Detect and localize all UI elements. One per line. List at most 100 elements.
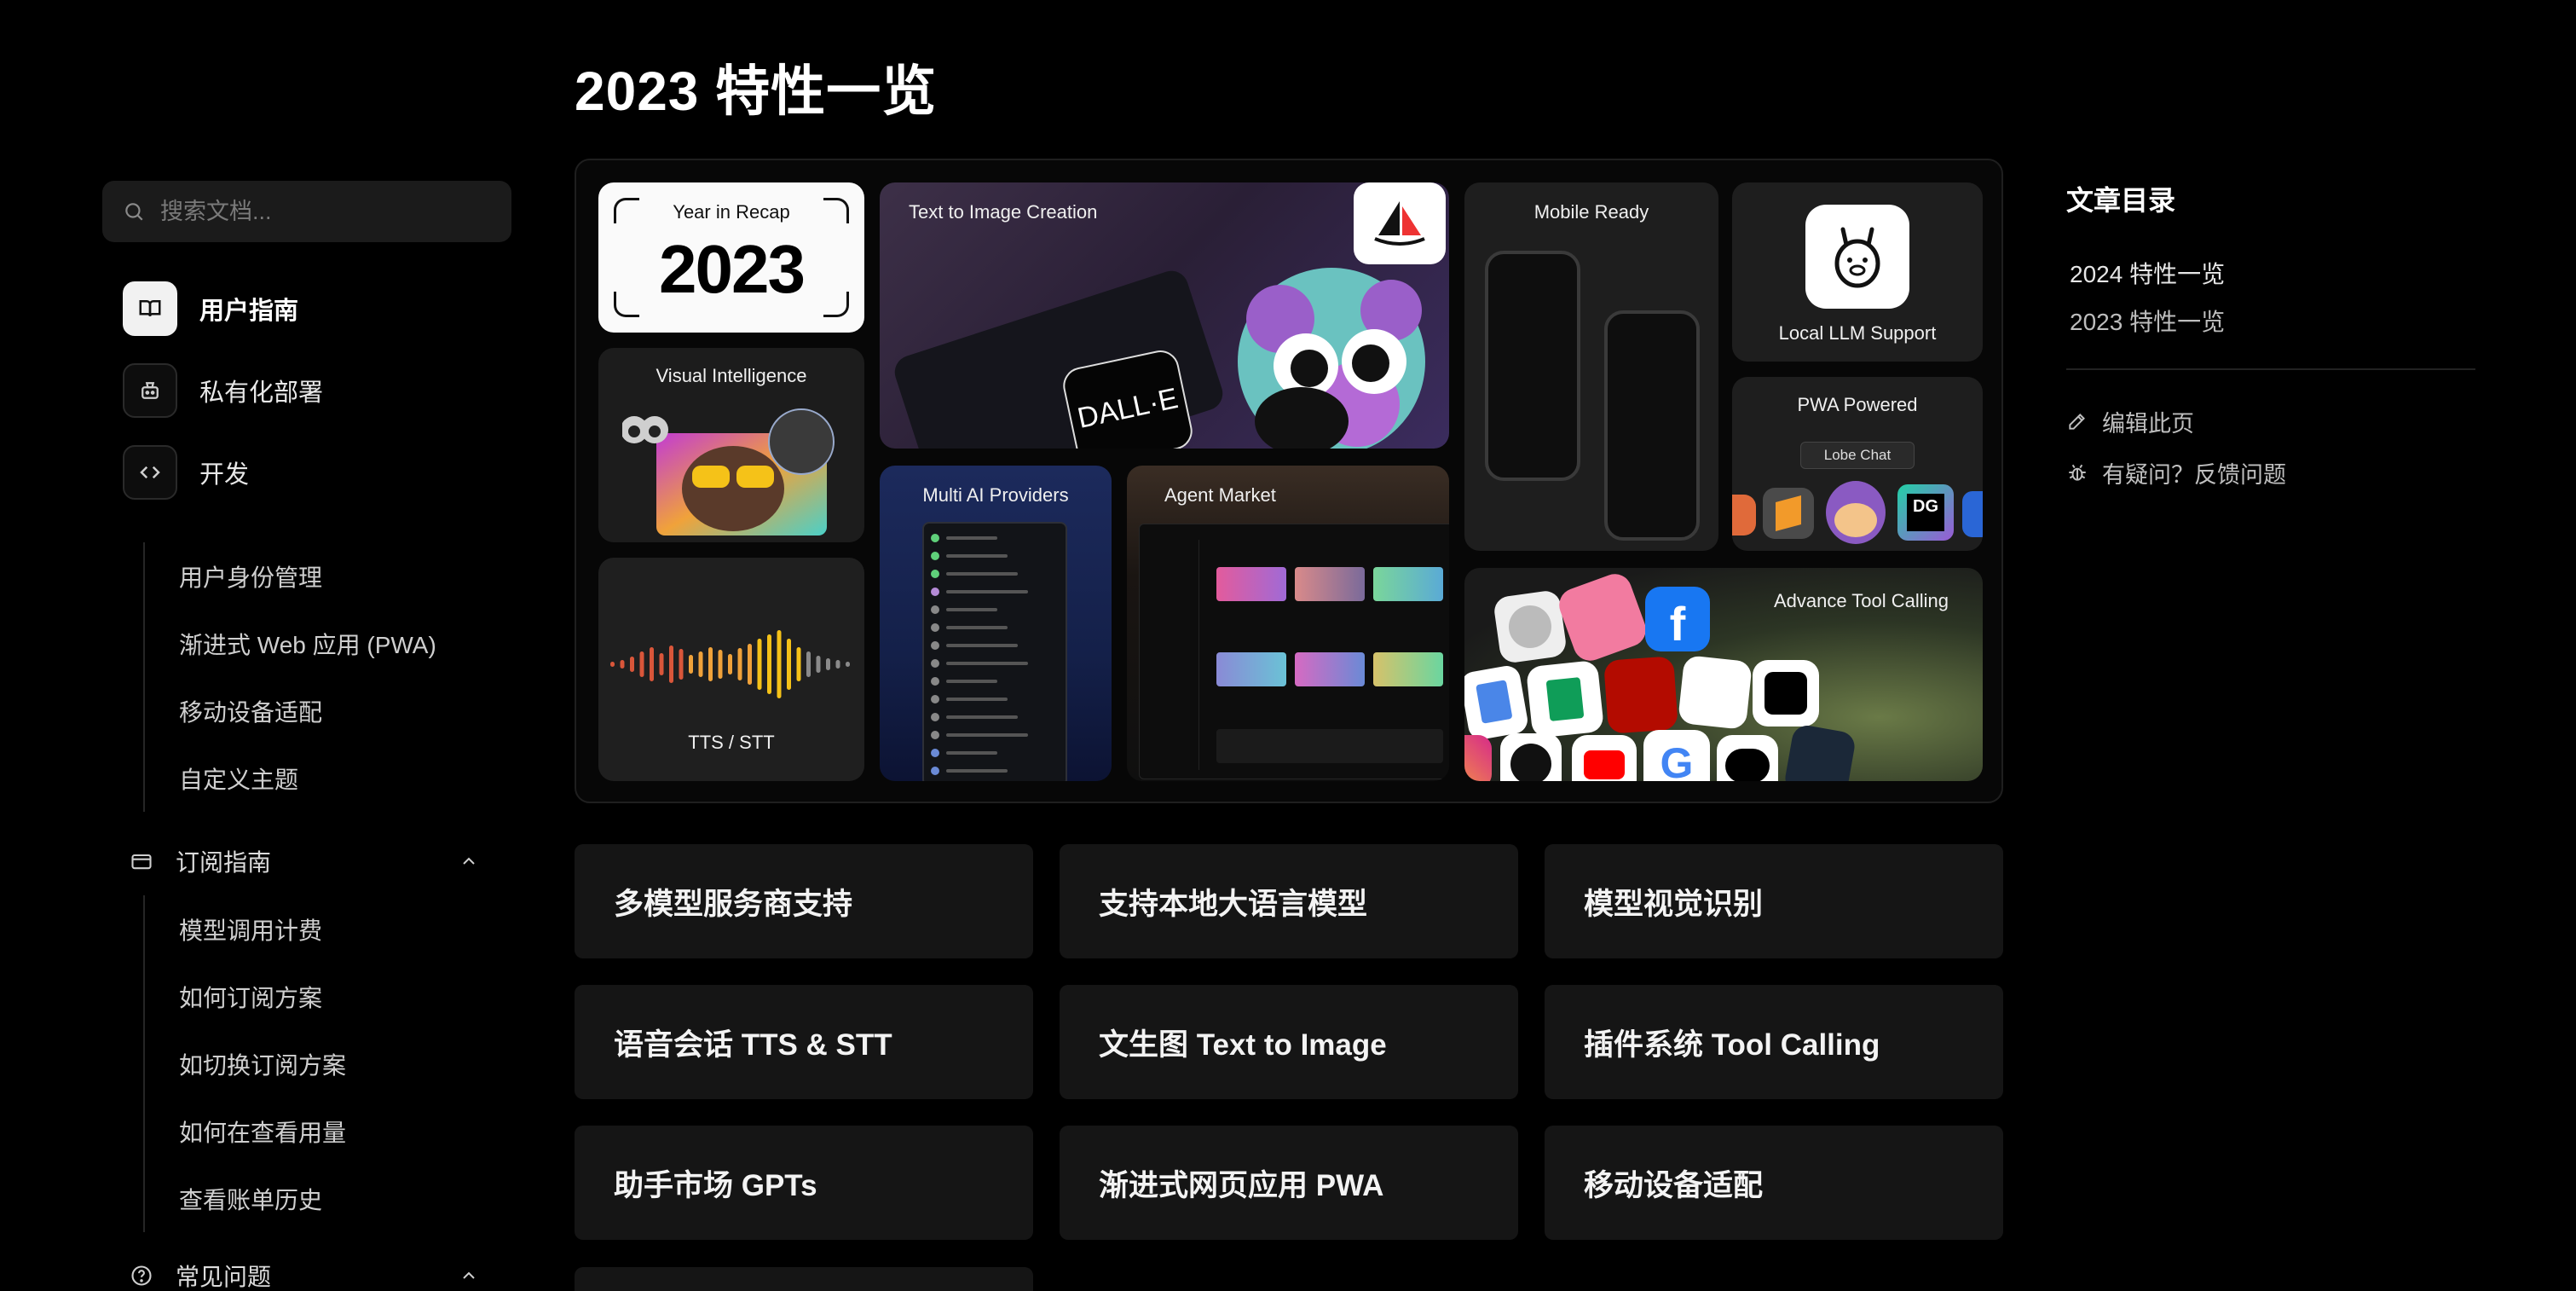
- tile-pwa: PWA Powered Lobe Chat DG: [1732, 377, 1983, 551]
- waveform-bar: [728, 654, 732, 674]
- subnav-item[interactable]: 如切换订阅方案: [145, 1030, 501, 1097]
- medium-icon: [1717, 735, 1778, 781]
- tile-caption: Text to Image Creation: [909, 201, 1098, 223]
- waveform-bar: [826, 658, 830, 670]
- feature-card[interactable]: 文生图 Text to Image: [1060, 985, 1518, 1099]
- tile-caption: Advance Tool Calling: [1773, 590, 1949, 611]
- provider-label-bar: [946, 715, 1018, 719]
- provider-label-bar: [946, 608, 997, 611]
- nav-top: 用户指南 私有化部署 开发: [123, 281, 323, 527]
- subnav-item[interactable]: 自定义主题: [145, 744, 501, 812]
- x-icon: [1753, 660, 1819, 727]
- provider-label-bar: [946, 769, 1008, 773]
- tile-local-llm: Local LLM Support: [1732, 182, 1983, 362]
- nav-item-user-guide[interactable]: 用户指南: [123, 281, 323, 336]
- provider-label-bar: [946, 680, 997, 683]
- search-box[interactable]: [102, 181, 511, 242]
- subnav-item[interactable]: 模型调用计费: [145, 895, 501, 963]
- waveform-bar: [689, 655, 693, 674]
- provider-dot: [931, 605, 939, 614]
- waveform-bar: [816, 656, 821, 673]
- feature-card[interactable]: 移动设备适配: [1545, 1126, 2003, 1240]
- tile-caption: Multi AI Providers: [922, 484, 1069, 506]
- waveform-bar: [777, 630, 782, 698]
- subnav-item[interactable]: 如何在查看用量: [145, 1097, 501, 1165]
- subnav-item[interactable]: 渐进式 Web 应用 (PWA): [145, 610, 501, 677]
- tile-caption: Visual Intelligence: [656, 365, 807, 386]
- help-icon: [131, 1265, 152, 1286]
- sidebar: 用户指南 私有化部署 开发 用户身份管理 渐进式 Web 应用 (PWA) 移动…: [0, 0, 528, 1291]
- subnav-item[interactable]: 查看账单历史: [145, 1165, 501, 1232]
- provider-dot: [931, 534, 939, 542]
- feature-card[interactable]: 插件系统 Tool Calling: [1545, 985, 2003, 1099]
- subnav-item[interactable]: 如何订阅方案: [145, 963, 501, 1030]
- facebook-icon: f: [1645, 587, 1710, 651]
- group-subscription[interactable]: 订阅指南: [130, 836, 479, 887]
- provider-row: [931, 640, 1059, 651]
- assistant-list-preview: [1216, 729, 1443, 763]
- waveform-bar: [748, 644, 752, 685]
- search-input[interactable]: [160, 198, 484, 225]
- provider-row: [931, 675, 1059, 687]
- subnav-item[interactable]: 移动设备适配: [145, 677, 501, 744]
- provider-row: [931, 747, 1059, 759]
- feature-card[interactable]: 助手市场 GPTs: [575, 1126, 1033, 1240]
- provider-label-bar: [946, 644, 1018, 647]
- edit-page-label: 编辑此页: [2102, 410, 2194, 437]
- feature-card[interactable]: 支持本地大语言模型: [1060, 844, 1518, 958]
- nav-item-self-hosting[interactable]: 私有化部署: [123, 363, 323, 418]
- waveform-bar: [796, 647, 801, 681]
- chevron-up-icon[interactable]: [459, 1265, 479, 1286]
- tile-mobile-ready: Mobile Ready: [1464, 182, 1718, 551]
- waveform-bar: [835, 660, 840, 669]
- provider-row: [931, 711, 1059, 723]
- nav-item-label: 私有化部署: [199, 379, 324, 407]
- nav-item-label: 用户指南: [199, 298, 299, 325]
- tile-caption: Agent Market: [1164, 484, 1276, 506]
- provider-label-bar: [946, 698, 1008, 701]
- waveform-bar: [737, 648, 742, 680]
- phone-mockup: [1485, 251, 1580, 481]
- provider-row: [931, 729, 1059, 741]
- feedback-link[interactable]: 有疑问？反馈问题: [2066, 447, 2475, 498]
- toc-item[interactable]: 2023 特性一览: [2066, 297, 2475, 344]
- provider-dot: [931, 767, 939, 775]
- pdf-icon: [1603, 656, 1678, 734]
- edit-icon: [2069, 414, 2085, 430]
- agent-card-thumb: [1216, 652, 1286, 686]
- waveform-bar: [708, 647, 713, 681]
- feature-card[interactable]: 语音会话 TTS & STT: [575, 985, 1033, 1099]
- edit-page-link[interactable]: 编辑此页: [2066, 396, 2475, 447]
- provider-row: [931, 622, 1059, 634]
- feature-card[interactable]: 模型视觉识别: [1545, 844, 2003, 958]
- market-sidebar: [1145, 540, 1199, 770]
- provider-dot: [931, 552, 939, 560]
- tile-visual-intelligence: Visual Intelligence: [598, 348, 864, 542]
- group-faq[interactable]: 常见问题: [130, 1250, 479, 1291]
- pwa-chip-label: Lobe Chat: [1823, 447, 1892, 463]
- google-docs-icon: [1464, 663, 1530, 742]
- waveform-bar: [620, 660, 625, 669]
- frame-corner: [614, 198, 639, 223]
- feature-card[interactable]: 多模型服务商支持: [575, 844, 1033, 958]
- agent-card-thumb: [1216, 567, 1286, 601]
- waveform-bar: [698, 651, 703, 677]
- nav-item-development[interactable]: 开发: [123, 445, 323, 500]
- llama-icon: [1834, 227, 1880, 288]
- feedback-label: 有疑问？反馈问题: [2102, 461, 2286, 488]
- frame-corner: [614, 292, 639, 317]
- feature-card[interactable]: 渐进式网页应用 PWA: [1060, 1126, 1518, 1240]
- github-icon: [1500, 733, 1562, 781]
- toc-item[interactable]: 2024 特性一览: [2066, 249, 2475, 297]
- subnav-item[interactable]: 用户身份管理: [145, 542, 501, 610]
- chevron-up-icon[interactable]: [459, 851, 479, 871]
- tile-caption: PWA Powered: [1797, 394, 1918, 415]
- provider-dot: [931, 731, 939, 739]
- sublime-icon: [1763, 488, 1814, 539]
- toc-title: 文章目录: [2066, 185, 2176, 216]
- feature-card-partial[interactable]: [575, 1267, 1033, 1291]
- google-icon: G: [1643, 730, 1710, 781]
- provider-dot: [931, 588, 939, 596]
- waveform-bar: [718, 650, 723, 679]
- phone-mockup: [1604, 310, 1700, 541]
